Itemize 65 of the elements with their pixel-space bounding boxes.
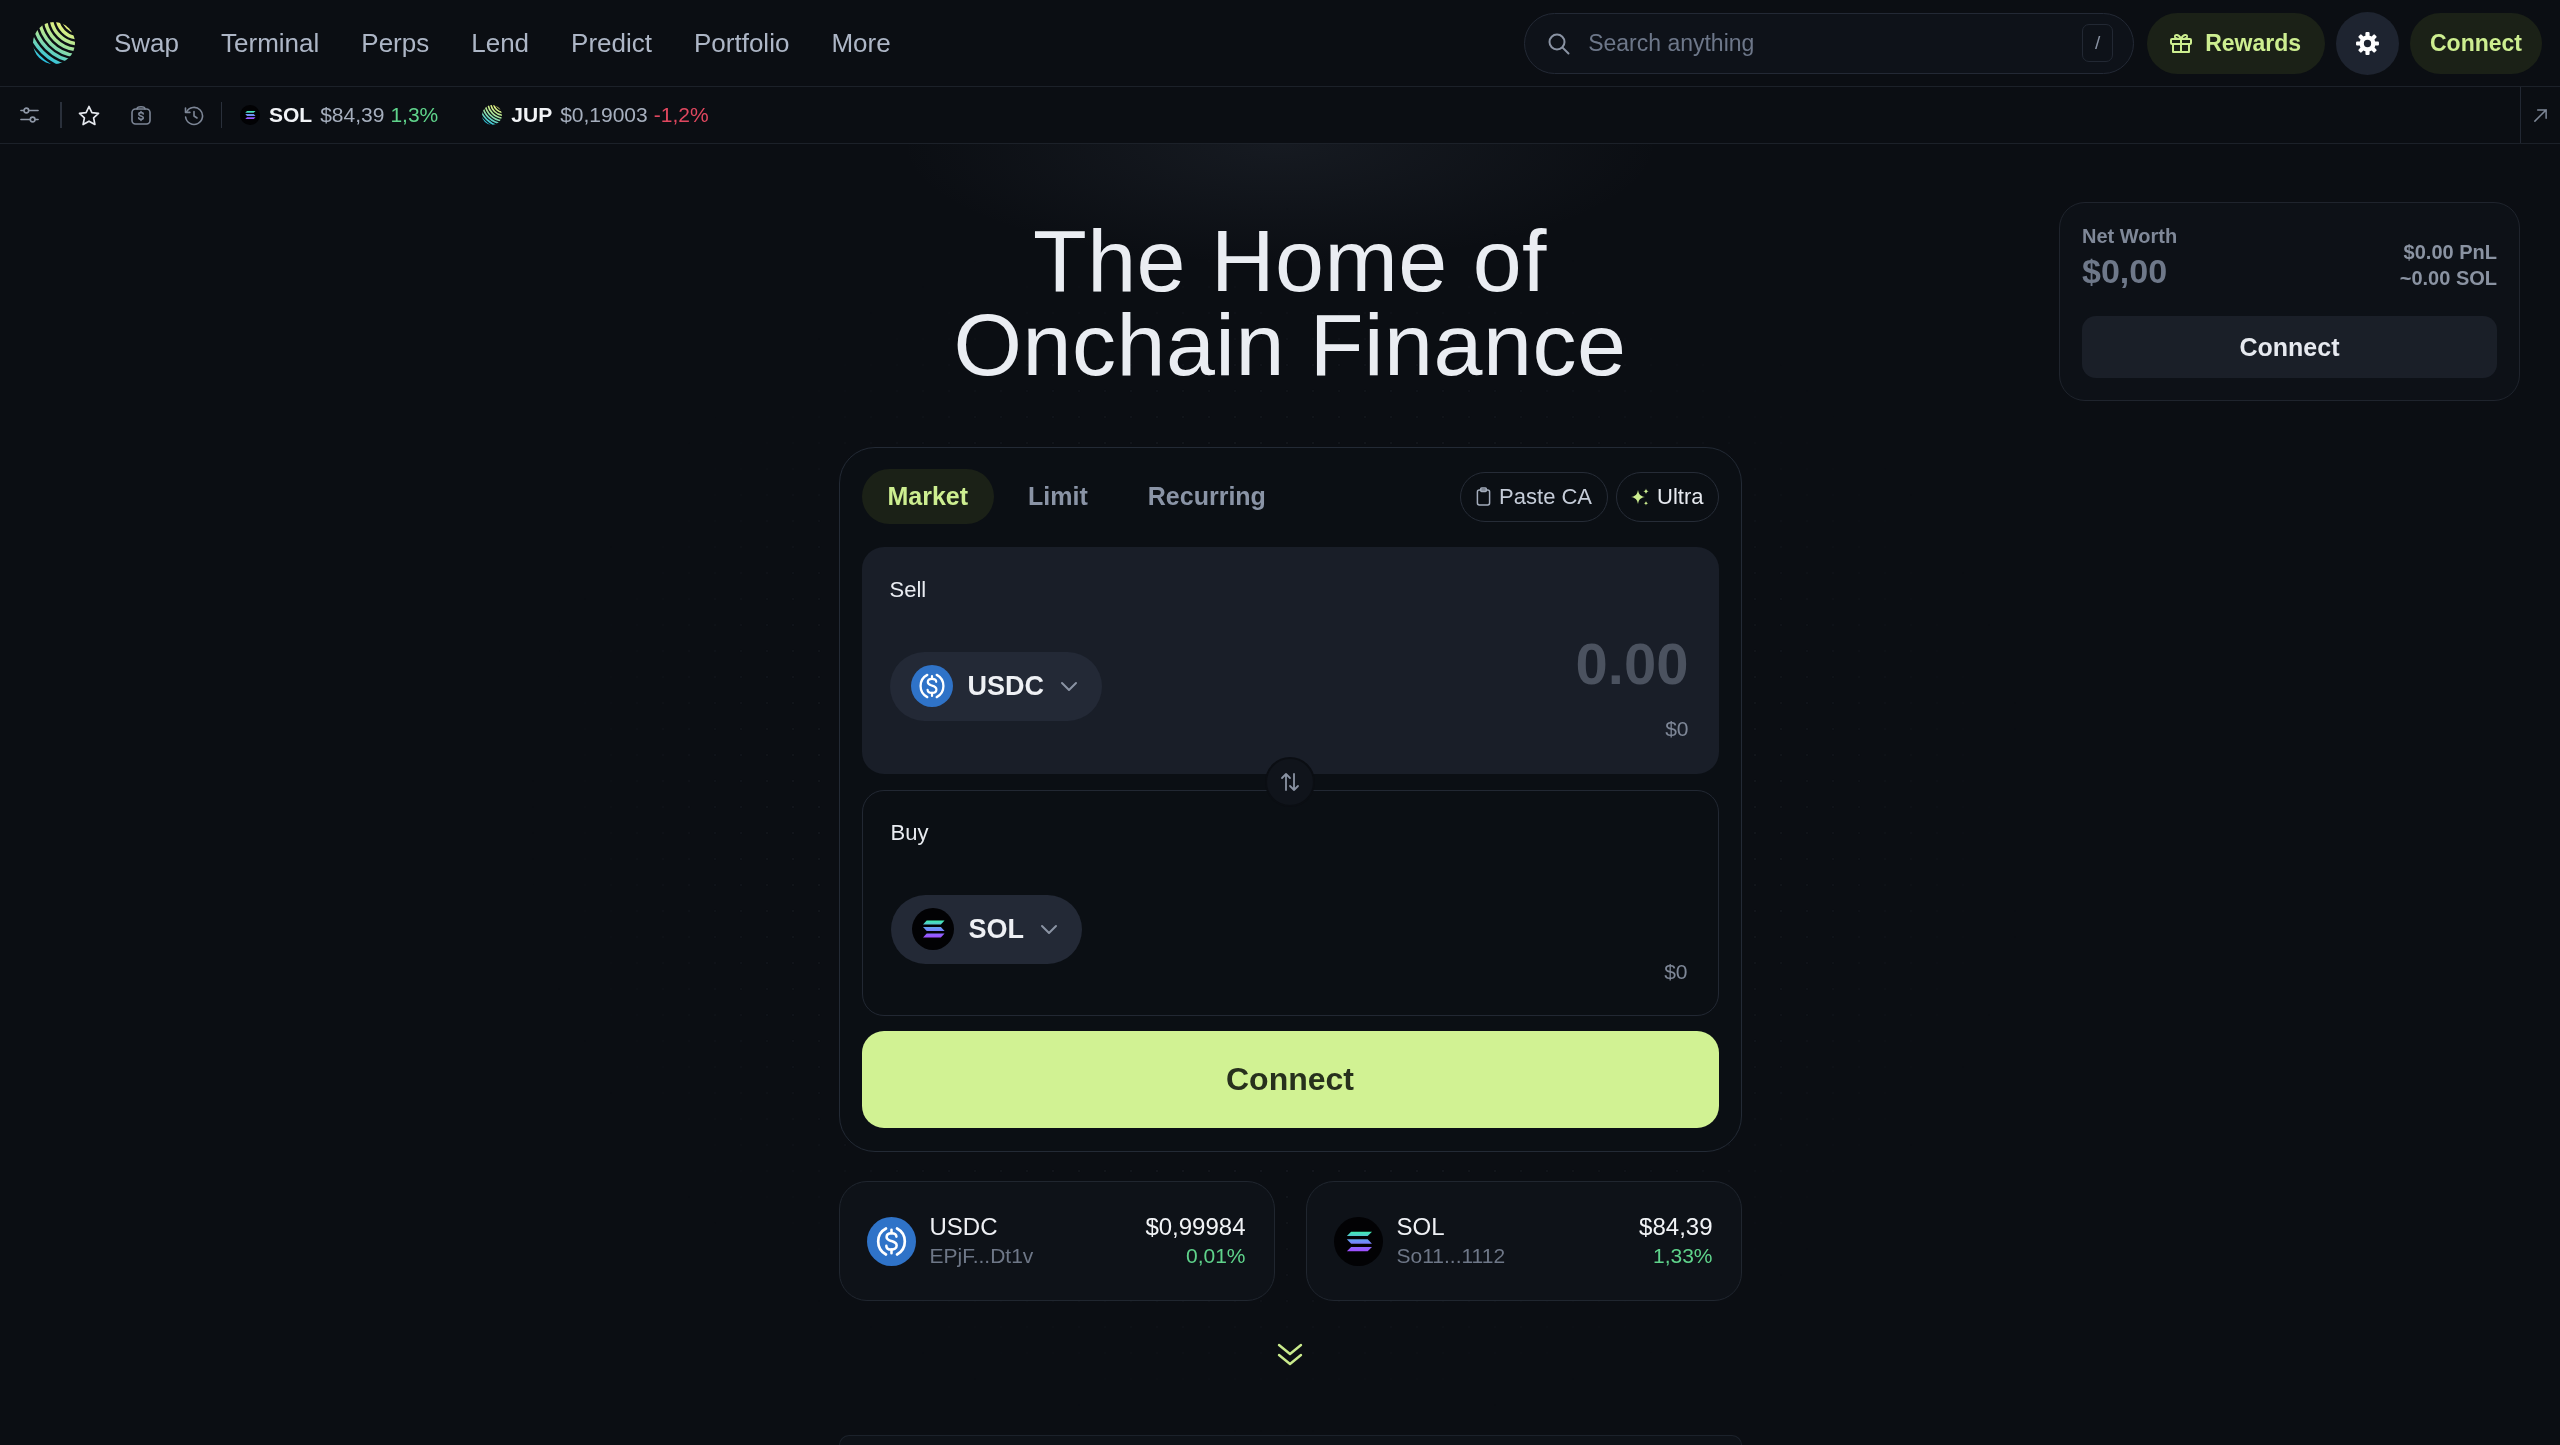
order-type-tab[interactable]: Limit [1002, 469, 1114, 524]
token-price: $84,39 [1639, 1212, 1713, 1242]
token-change: 0,01% [1185, 1243, 1246, 1269]
chevron-down-icon [1040, 923, 1058, 935]
net-worth-value: $0,00 [2082, 251, 2169, 291]
history-icon[interactable] [182, 104, 204, 126]
chevron-down-icon [1060, 680, 1078, 692]
ticker-price: $84,39 [320, 103, 385, 127]
logo-icon[interactable] [33, 22, 75, 64]
panel-label: Buy [890, 819, 930, 847]
order-type-tab[interactable]: Recurring [1121, 469, 1292, 524]
star-icon[interactable] [77, 104, 100, 126]
jup-token-icon [482, 105, 503, 125]
panel-label: Sell [889, 576, 928, 604]
connect-button[interactable]: Connect [2082, 316, 2497, 378]
usd-value: $0 [1665, 716, 1689, 742]
mode-button[interactable]: Ultra [1616, 471, 1719, 522]
token-symbol: USDC [929, 1212, 999, 1242]
hero-title: The Home of Onchain Finance [952, 219, 1628, 387]
token-address: So11...1112 [1396, 1243, 1506, 1269]
search-bar[interactable]: Search anything / [1524, 12, 2135, 74]
usdc-token-icon [910, 665, 953, 707]
sol-token-icon [911, 908, 954, 950]
nav-link[interactable]: Portfolio [694, 27, 790, 59]
nav-link[interactable]: More [831, 27, 891, 59]
swap-arrows-icon [1280, 772, 1300, 792]
token-address: EPjF...Dt1v [929, 1243, 1034, 1269]
sol-token-icon [240, 105, 260, 125]
clipboard-icon [1476, 487, 1492, 506]
sparkle-icon [1630, 487, 1650, 506]
net-worth-label: Net Worth [2082, 224, 2178, 248]
sliders-icon[interactable] [20, 106, 39, 124]
nav-link[interactable]: Predict [571, 27, 652, 59]
sol-value: ~0.00 SOL [2399, 266, 2497, 291]
ticker-change: -1,2% [653, 103, 709, 127]
token-selector[interactable]: USDC [889, 651, 1102, 721]
connect-wallet-button[interactable]: Connect [861, 1031, 1719, 1128]
gift-icon [2169, 31, 2194, 55]
token-selector[interactable]: SOL [890, 894, 1082, 964]
pnl-value: $0.00 PnL [2403, 240, 2497, 265]
paste-button[interactable]: Paste CA [1460, 471, 1609, 522]
settings-icon [2355, 30, 2380, 56]
bag-icon[interactable] [129, 104, 152, 126]
ticker-symbol: SOL [269, 103, 313, 127]
ticker-change: 1,3% [390, 103, 439, 127]
sol-token-icon [1333, 1216, 1383, 1266]
arrow-up-right-icon [2533, 107, 2548, 123]
search-icon [1547, 31, 1571, 55]
nav-link[interactable]: Perps [361, 27, 430, 59]
usd-value: $0 [1664, 959, 1688, 985]
connect-button[interactable]: Connect [2410, 12, 2542, 74]
order-type-tab[interactable]: Market [861, 469, 995, 524]
double-chevron-down-icon[interactable] [1277, 1343, 1303, 1366]
nav-link[interactable]: Swap [114, 27, 180, 59]
ticker-symbol: JUP [511, 103, 553, 127]
token-price: $0,99984 [1145, 1212, 1246, 1242]
token-symbol: SOL [1396, 1212, 1446, 1242]
search-field[interactable]: Search anything [1588, 28, 2065, 58]
nav-link[interactable]: Lend [471, 27, 530, 59]
usdc-token-icon [866, 1216, 916, 1266]
nav-link[interactable]: Terminal [221, 27, 320, 59]
shortcut-key: / [2082, 24, 2114, 62]
rewards-button[interactable]: Rewards [2147, 12, 2325, 74]
ticker-price: $0,19003 [560, 103, 648, 127]
token-change: 1,33% [1652, 1243, 1713, 1269]
